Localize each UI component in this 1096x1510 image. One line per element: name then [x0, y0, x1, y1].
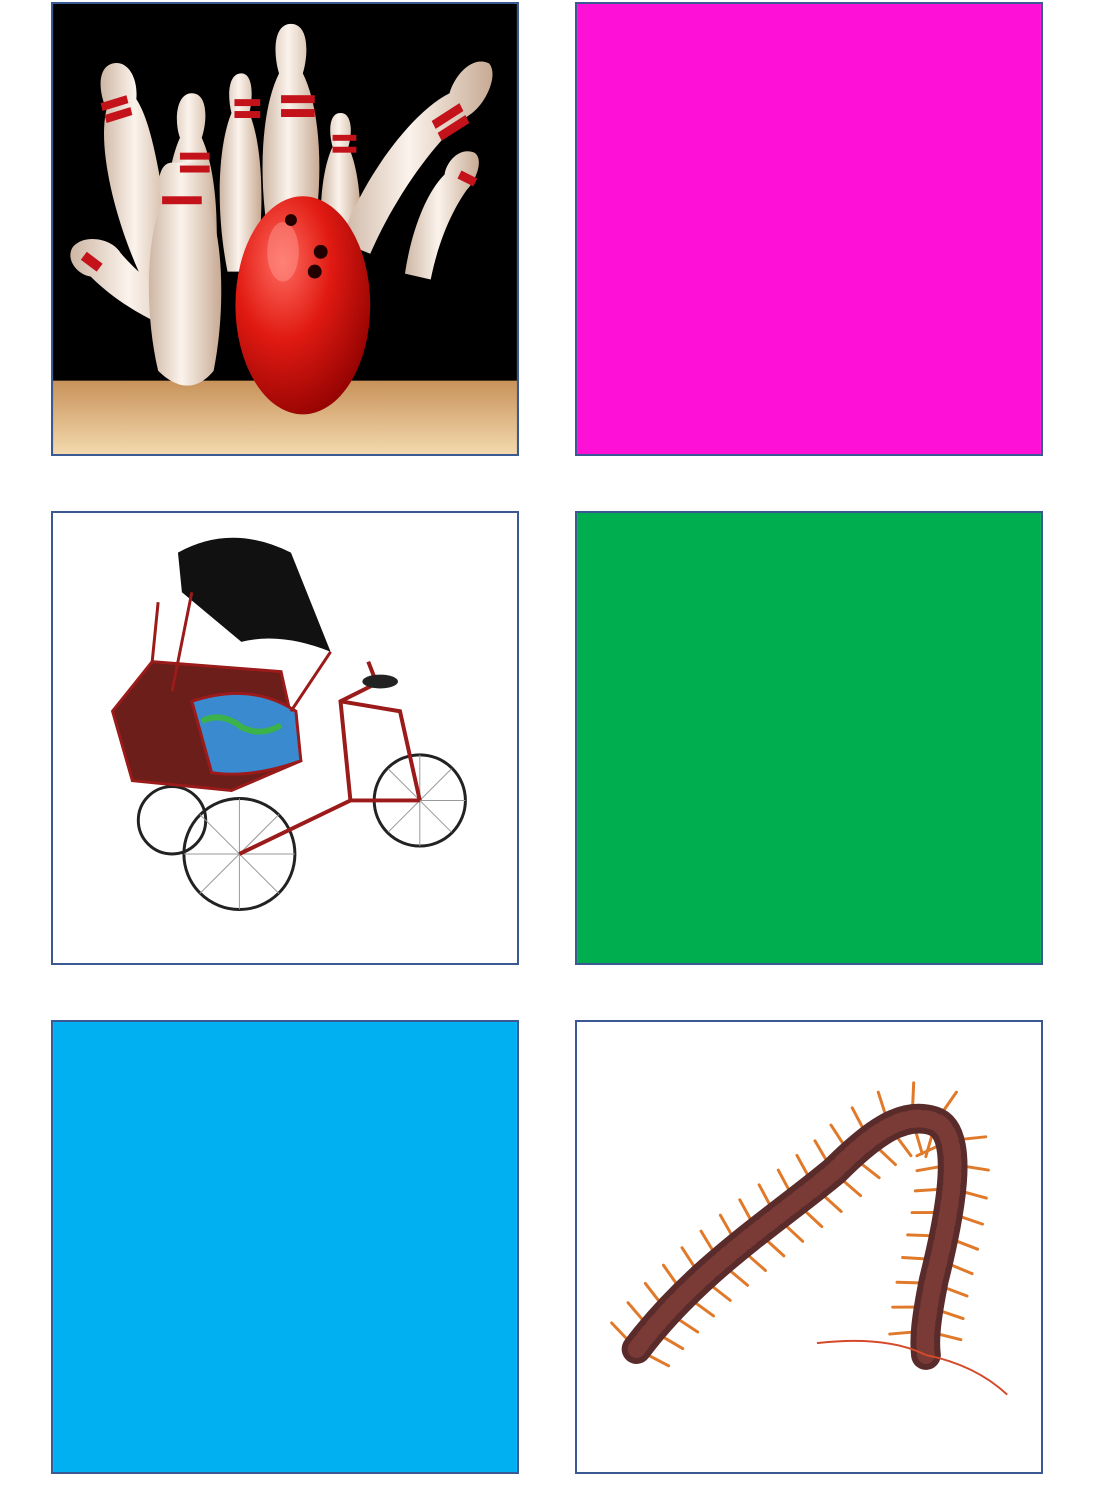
bowling-picture — [53, 4, 517, 454]
blue-swatch — [53, 1022, 517, 1472]
green-swatch — [577, 513, 1041, 963]
centipede-card — [575, 1020, 1043, 1474]
magenta-color-card — [575, 2, 1043, 456]
rickshaw-card — [51, 511, 519, 965]
bowling-card — [51, 2, 519, 456]
green-color-card — [575, 511, 1043, 965]
blue-color-card — [51, 1020, 519, 1474]
magenta-swatch — [577, 4, 1041, 454]
rickshaw-picture — [53, 513, 517, 963]
centipede-picture — [577, 1022, 1041, 1472]
